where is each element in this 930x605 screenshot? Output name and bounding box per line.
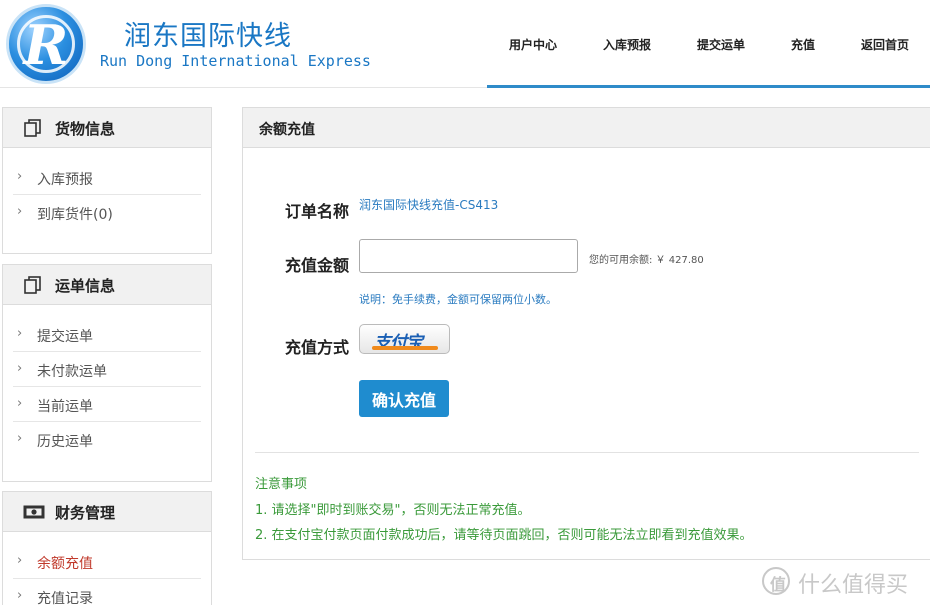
recharge-panel: 余额充值 订单名称 润东国际快线充值-CS413 充值金额 您的可用余额: ￥ … (242, 107, 930, 560)
chevron-right-icon: › (17, 396, 23, 411)
sidebar-cargo-header: 货物信息 (3, 108, 211, 148)
sidebar-item-unpaid-waybills[interactable]: › 未付款运单 (13, 352, 201, 387)
sidebar-item-current-waybills[interactable]: › 当前运单 (13, 387, 201, 422)
sidebar-item-label: 未付款运单 (37, 364, 107, 380)
brand-name-cn: 润东国际快线 (124, 21, 292, 52)
sidebar-item-recharge-records[interactable]: › 充值记录 (13, 579, 201, 605)
chevron-right-icon: › (17, 553, 23, 568)
nav-user-center[interactable]: 用户中心 (509, 36, 557, 53)
amount-label: 充值金额 (285, 256, 350, 275)
divider (255, 452, 919, 453)
chevron-right-icon: › (17, 431, 23, 446)
sidebar-finance-title: 财务管理 (55, 504, 116, 522)
sidebar-finance-panel: 财务管理 › 余额充值 › 充值记录 (2, 491, 212, 605)
sidebar-waybill-menu: › 提交运单 › 未付款运单 › 当前运单 › 历史运单 (3, 305, 211, 461)
sidebar-item-arrived-goods[interactable]: › 到库货件(0) (13, 195, 201, 230)
chevron-right-icon: › (17, 204, 23, 219)
sidebar-item-label: 入库预报 (37, 172, 93, 188)
top-nav: 用户中心 入库预报 提交运单 充值 返回首页 (487, 0, 930, 88)
sidebar-item-inbound-forecast[interactable]: › 入库预报 (13, 160, 201, 195)
nav-recharge[interactable]: 充值 (791, 36, 815, 53)
sidebar-waybill-header: 运单信息 (3, 265, 211, 305)
chevron-right-icon: › (17, 169, 23, 184)
sidebar-item-label: 到库货件(0) (37, 207, 113, 223)
notice-line: 1. 请选择"即时到账交易"，否则无法正常充值。 (255, 503, 531, 518)
notice-line: 2. 在支付宝付款页面付款成功后，请等待页面跳回，否则可能无法立即看到充值效果。 (255, 528, 753, 543)
amount-note: 说明：免手续费，金额可保留两位小数。 (359, 293, 557, 306)
chevron-right-icon: › (17, 361, 23, 376)
site-logo[interactable]: R (6, 4, 86, 84)
amount-input[interactable] (359, 239, 578, 273)
sidebar-item-label: 提交运单 (37, 329, 93, 345)
copy-icon (24, 119, 41, 137)
sidebar-item-label: 当前运单 (37, 399, 93, 415)
order-name-label: 订单名称 (285, 202, 350, 221)
available-balance: 您的可用余额: ￥ 427.80 (589, 255, 704, 266)
brand-name-en: Run Dong International Express (100, 52, 371, 70)
notice-title: 注意事项 (255, 477, 308, 492)
alipay-option[interactable]: 支付宝 (359, 324, 450, 354)
order-name-value: 润东国际快线充值-CS413 (359, 198, 499, 212)
sidebar-item-label: 历史运单 (37, 434, 93, 450)
nav-inbound-forecast[interactable]: 入库预报 (603, 36, 651, 53)
sidebar-item-label: 余额充值 (37, 556, 93, 572)
sidebar-waybill-title: 运单信息 (55, 277, 116, 295)
logo-letter: R (23, 13, 69, 77)
page-title: 余额充值 (259, 122, 315, 138)
sidebar-item-balance-recharge[interactable]: › 余额充值 (13, 544, 201, 579)
confirm-recharge-button[interactable]: 确认充值 (359, 380, 449, 417)
sidebar-item-submit-waybill[interactable]: › 提交运单 (13, 317, 201, 352)
nav-submit-waybill[interactable]: 提交运单 (697, 36, 745, 53)
sidebar-cargo-title: 货物信息 (55, 120, 116, 138)
sidebar-item-history-waybills[interactable]: › 历史运单 (13, 422, 201, 457)
zhi-icon: 值 (762, 567, 790, 595)
sidebar-waybill-panel: 运单信息 › 提交运单 › 未付款运单 › 当前运单 › 历史运单 (2, 264, 212, 482)
site-header: R 润东国际快线 Run Dong International Express … (0, 0, 930, 88)
alipay-swoosh (372, 346, 438, 350)
watermark: 值 什么值得买 (758, 565, 928, 598)
chevron-right-icon: › (17, 588, 23, 603)
copy-icon (24, 276, 41, 294)
money-icon (23, 505, 45, 519)
chevron-right-icon: › (17, 326, 23, 341)
method-label: 充值方式 (285, 338, 350, 357)
sidebar-item-label: 充值记录 (37, 591, 93, 605)
sidebar-cargo-menu: › 入库预报 › 到库货件(0) (3, 148, 211, 234)
watermark-text: 什么值得买 (798, 573, 909, 598)
sidebar-finance-header: 财务管理 (3, 492, 211, 532)
sidebar-finance-menu: › 余额充值 › 充值记录 (3, 532, 211, 605)
nav-home[interactable]: 返回首页 (861, 36, 909, 53)
recharge-panel-header: 余额充值 (243, 108, 930, 148)
sidebar-cargo-panel: 货物信息 › 入库预报 › 到库货件(0) (2, 107, 212, 254)
